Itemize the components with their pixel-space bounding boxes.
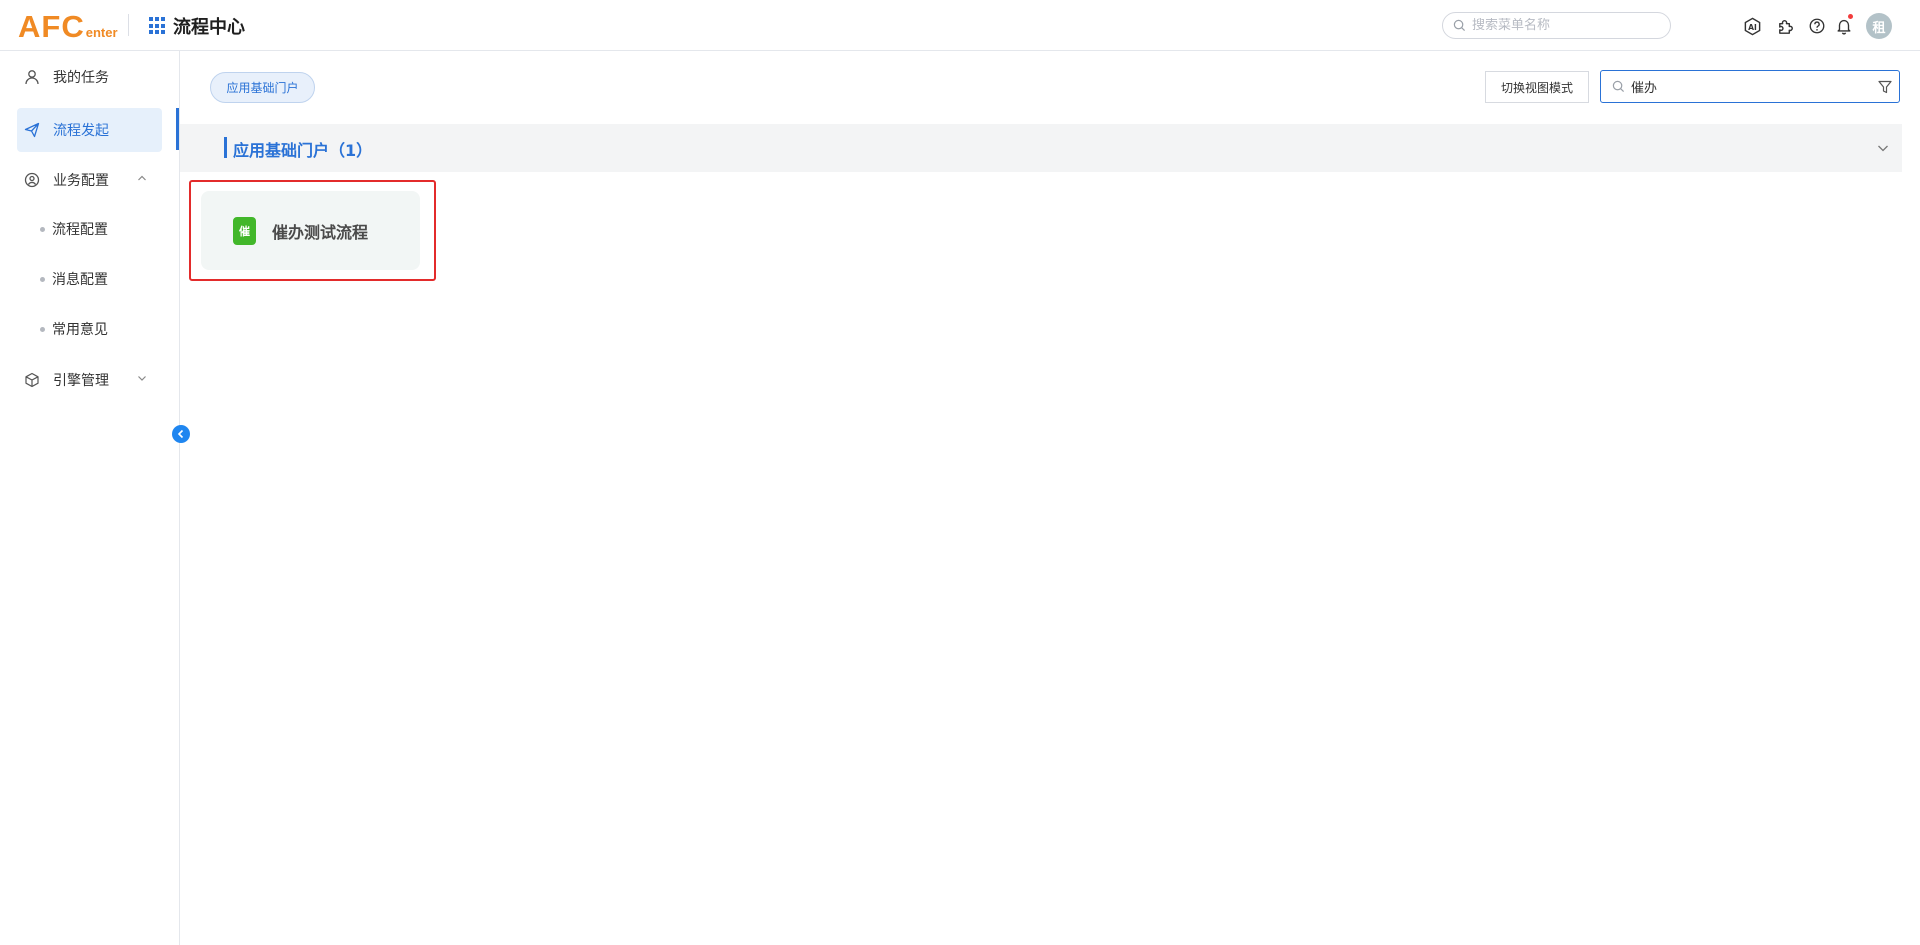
user-icon — [23, 68, 41, 86]
switch-view-mode-button[interactable]: 切换视图模式 — [1485, 71, 1589, 103]
sidebar-item-label: 业务配置 — [53, 173, 109, 189]
chevron-left-icon — [177, 429, 184, 439]
sidebar-item-engine-management[interactable]: 引擎管理 — [17, 358, 162, 402]
sidebar-subitem-label: 流程配置 — [52, 222, 108, 238]
filter-icon[interactable] — [1877, 79, 1893, 95]
sidebar-item-start-process[interactable]: 流程发起 — [17, 108, 162, 152]
chevron-down-icon — [138, 376, 146, 381]
sidebar-subitem-label: 常用意见 — [52, 322, 108, 338]
sidebar-item-label: 流程发起 — [53, 123, 109, 139]
avatar[interactable]: 租 — [1866, 13, 1892, 39]
send-icon — [23, 121, 41, 139]
sidebar-subitem-process-config[interactable]: 流程配置 — [40, 217, 108, 241]
process-group-header[interactable]: 应用基础门户（1） — [180, 124, 1902, 172]
search-icon — [1453, 19, 1466, 32]
chevron-down-icon[interactable] — [1876, 141, 1890, 155]
process-search-box[interactable] — [1600, 70, 1900, 103]
sidebar-subitem-common-opinions[interactable]: 常用意见 — [40, 317, 108, 341]
process-search-input[interactable] — [1631, 79, 1871, 94]
logo-main-text: AFC — [18, 9, 85, 44]
help-icon[interactable] — [1807, 16, 1827, 36]
cube-icon — [23, 371, 41, 389]
settings-circle-icon — [23, 171, 41, 189]
app-title: 流程中心 — [173, 17, 245, 38]
process-badge: 催 — [233, 217, 256, 245]
group-title: 应用基础门户（1） — [233, 141, 373, 160]
sidebar-collapse-button[interactable] — [172, 425, 190, 443]
app-grid-icon[interactable] — [149, 17, 167, 35]
sidebar-item-label: 引擎管理 — [53, 373, 109, 389]
plugin-icon[interactable] — [1775, 16, 1795, 36]
logo-sub-text: enter — [85, 25, 118, 40]
svg-text:AI: AI — [1748, 22, 1757, 31]
bullet-dot — [40, 226, 45, 232]
notification-dot — [1848, 14, 1853, 19]
sidebar-item-my-tasks[interactable]: 我的任务 — [17, 55, 162, 99]
sidebar-subitem-message-config[interactable]: 消息配置 — [40, 267, 108, 291]
menu-search-input[interactable] — [1472, 18, 1652, 33]
top-header: AFC enter 流程中心 AI — [0, 0, 1920, 51]
bell-icon[interactable] — [1834, 14, 1854, 36]
portal-tag[interactable]: 应用基础门户 — [210, 72, 315, 103]
sidebar-subitem-label: 消息配置 — [52, 272, 108, 288]
process-card[interactable]: 催 催办测试流程 — [201, 191, 420, 270]
chevron-up-icon — [138, 175, 146, 181]
group-title-bar — [224, 137, 227, 158]
search-icon — [1612, 80, 1625, 93]
sidebar-item-label: 我的任务 — [53, 70, 109, 86]
header-divider — [128, 14, 129, 36]
menu-search-box[interactable] — [1442, 12, 1671, 39]
process-name: 催办测试流程 — [272, 223, 369, 242]
active-indicator — [176, 108, 179, 150]
bullet-dot — [40, 326, 45, 332]
bullet-dot — [40, 276, 45, 282]
ai-icon[interactable]: AI — [1742, 16, 1762, 36]
sidebar-item-business-config[interactable]: 业务配置 — [17, 158, 162, 202]
afcenter-logo[interactable]: AFC enter — [18, 8, 118, 42]
sidebar: 我的任务 流程发起 业务配置 流程配置 消息配置 常用意见 引擎管理 — [0, 51, 180, 945]
